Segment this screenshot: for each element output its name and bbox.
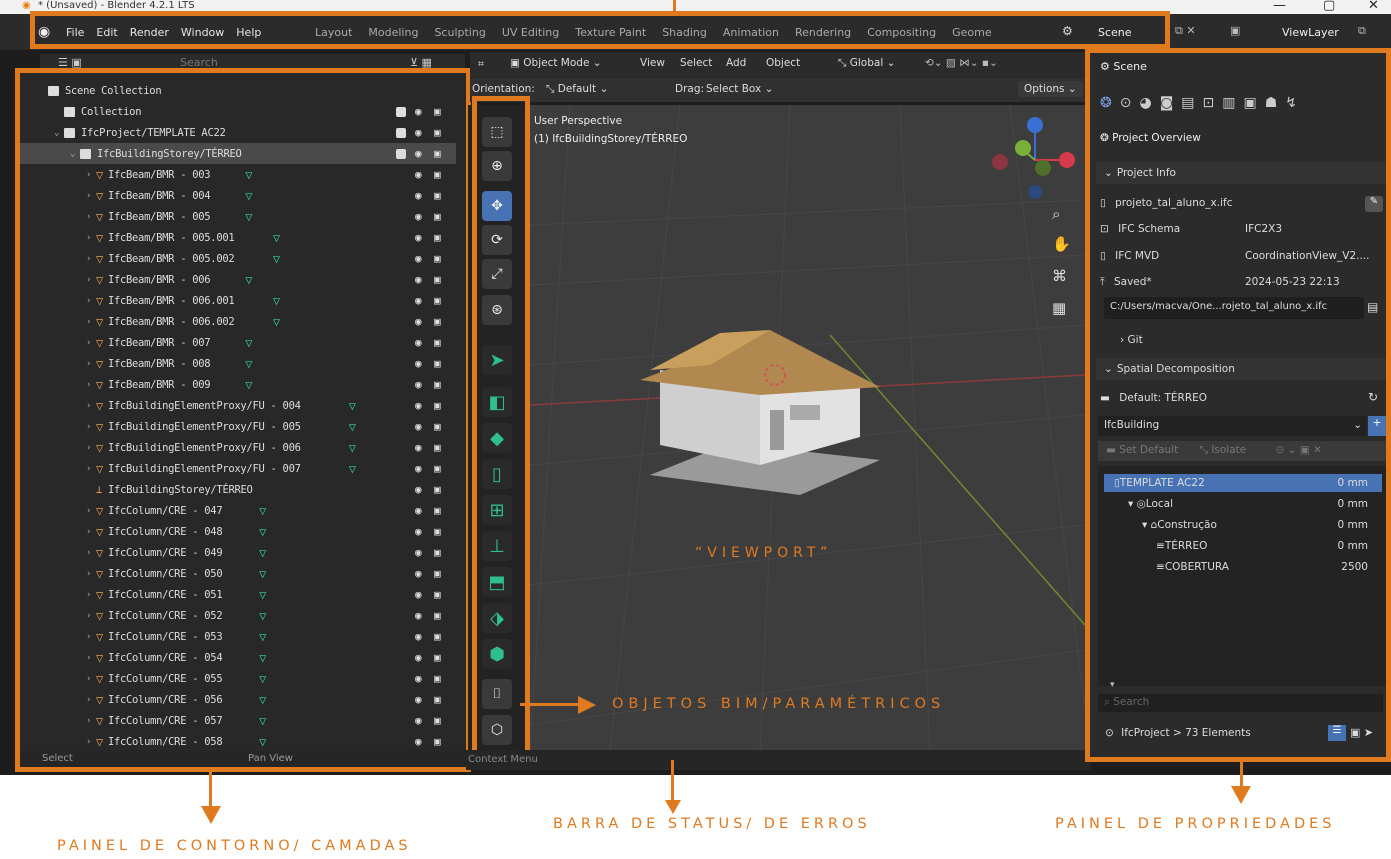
properties-annotation: PAINEL DE PROPRIEDADES [1055,816,1336,832]
options-button[interactable]: Options ⌄ [1018,81,1083,97]
status-context-menu: Context Menu [468,754,538,765]
viewlayer-name[interactable]: ViewLayer [1282,26,1339,39]
drag-value: Select Box [706,83,762,95]
maximize-button[interactable]: ▢ [1323,0,1335,13]
viewport-annotation-label: “VIEWPORT” [695,545,833,561]
status-annotation: BARRA DE STATUS/ DE ERROS [553,816,871,832]
topbar-pointer [673,0,676,11]
menu-select[interactable]: Select [680,57,712,69]
drag-select[interactable]: Select Box ⌄ [706,83,773,95]
bim-arrow [520,703,580,706]
properties-arrowhead [1231,786,1251,804]
bim-annotation: OBJETOS BIM/PARAMÉTRICOS [612,696,946,712]
outliner-arrowhead [201,806,221,824]
scene-new-icon[interactable]: ⧉ ✕ [1175,24,1196,38]
bim-arrowhead [578,696,596,714]
3d-viewport[interactable]: User Perspective (1) IfcBuildingStorey/T… [530,105,1085,750]
navigation-gizmo[interactable] [985,110,1075,210]
options-label: Options [1024,83,1065,95]
properties-arrow [1240,762,1243,788]
menu-add[interactable]: Add [726,57,746,69]
orientation-value: Default [557,83,597,95]
window-title: * (Unsaved) - Blender 4.2.1 LTS [38,0,195,11]
transform-select[interactable]: ⤡ Global ⌄ [838,57,895,70]
toolbar-highlight [472,96,530,756]
minimize-button[interactable]: — [1273,0,1286,13]
camera-view-icon[interactable]: ⌘ [1052,267,1067,285]
viewport-header: ⌗ ▣ Object Mode ⌄ View Select Add Object… [470,52,1085,78]
viewport-active-object: (1) IfcBuildingStorey/TÉRREO [534,133,688,145]
close-button[interactable]: ✕ [1368,0,1379,13]
topbar-highlight [30,11,1170,49]
snap-icons[interactable]: ⟲⌄ ▧ ⋈⌄ ▪⌄ [925,57,998,69]
ortho-toggle-icon[interactable]: ▦ [1052,299,1066,317]
mode-label: Object Mode [523,57,590,69]
status-arrowhead [665,800,681,814]
transform-label: Global [849,57,884,69]
editor-type-icon[interactable]: ⌗ [478,58,484,71]
status-arrow [671,760,674,802]
mode-select[interactable]: ▣ Object Mode ⌄ [510,57,602,69]
viewlayer-icon[interactable]: ▣ [1230,24,1240,37]
outliner-arrow [209,772,212,810]
orientation-select[interactable]: ⤡ Default ⌄ [546,83,608,96]
properties-highlight [1085,48,1391,762]
viewport-perspective-label: User Perspective [534,115,623,127]
pan-hand-icon[interactable]: ✋ [1052,235,1071,253]
orientation-label: Orientation: [472,83,535,95]
outliner-annotation: PAINEL DE CONTORNO/ CAMADAS [57,838,412,854]
drag-label: Drag: [675,83,705,95]
menu-view[interactable]: View [640,57,665,69]
status-bar: Context Menu [466,750,1091,770]
menu-object[interactable]: Object [766,57,800,69]
house-model [640,330,880,495]
zoom-icon[interactable]: ⌕ [1052,205,1060,223]
viewport-tool-settings: Orientation: ⤡ Default ⌄ Drag: Select Bo… [470,78,1085,102]
outliner-highlight [15,68,471,772]
blender-logo-icon: ◉ [22,0,31,11]
viewlayer-new-icon[interactable]: ⧉ [1358,24,1366,38]
